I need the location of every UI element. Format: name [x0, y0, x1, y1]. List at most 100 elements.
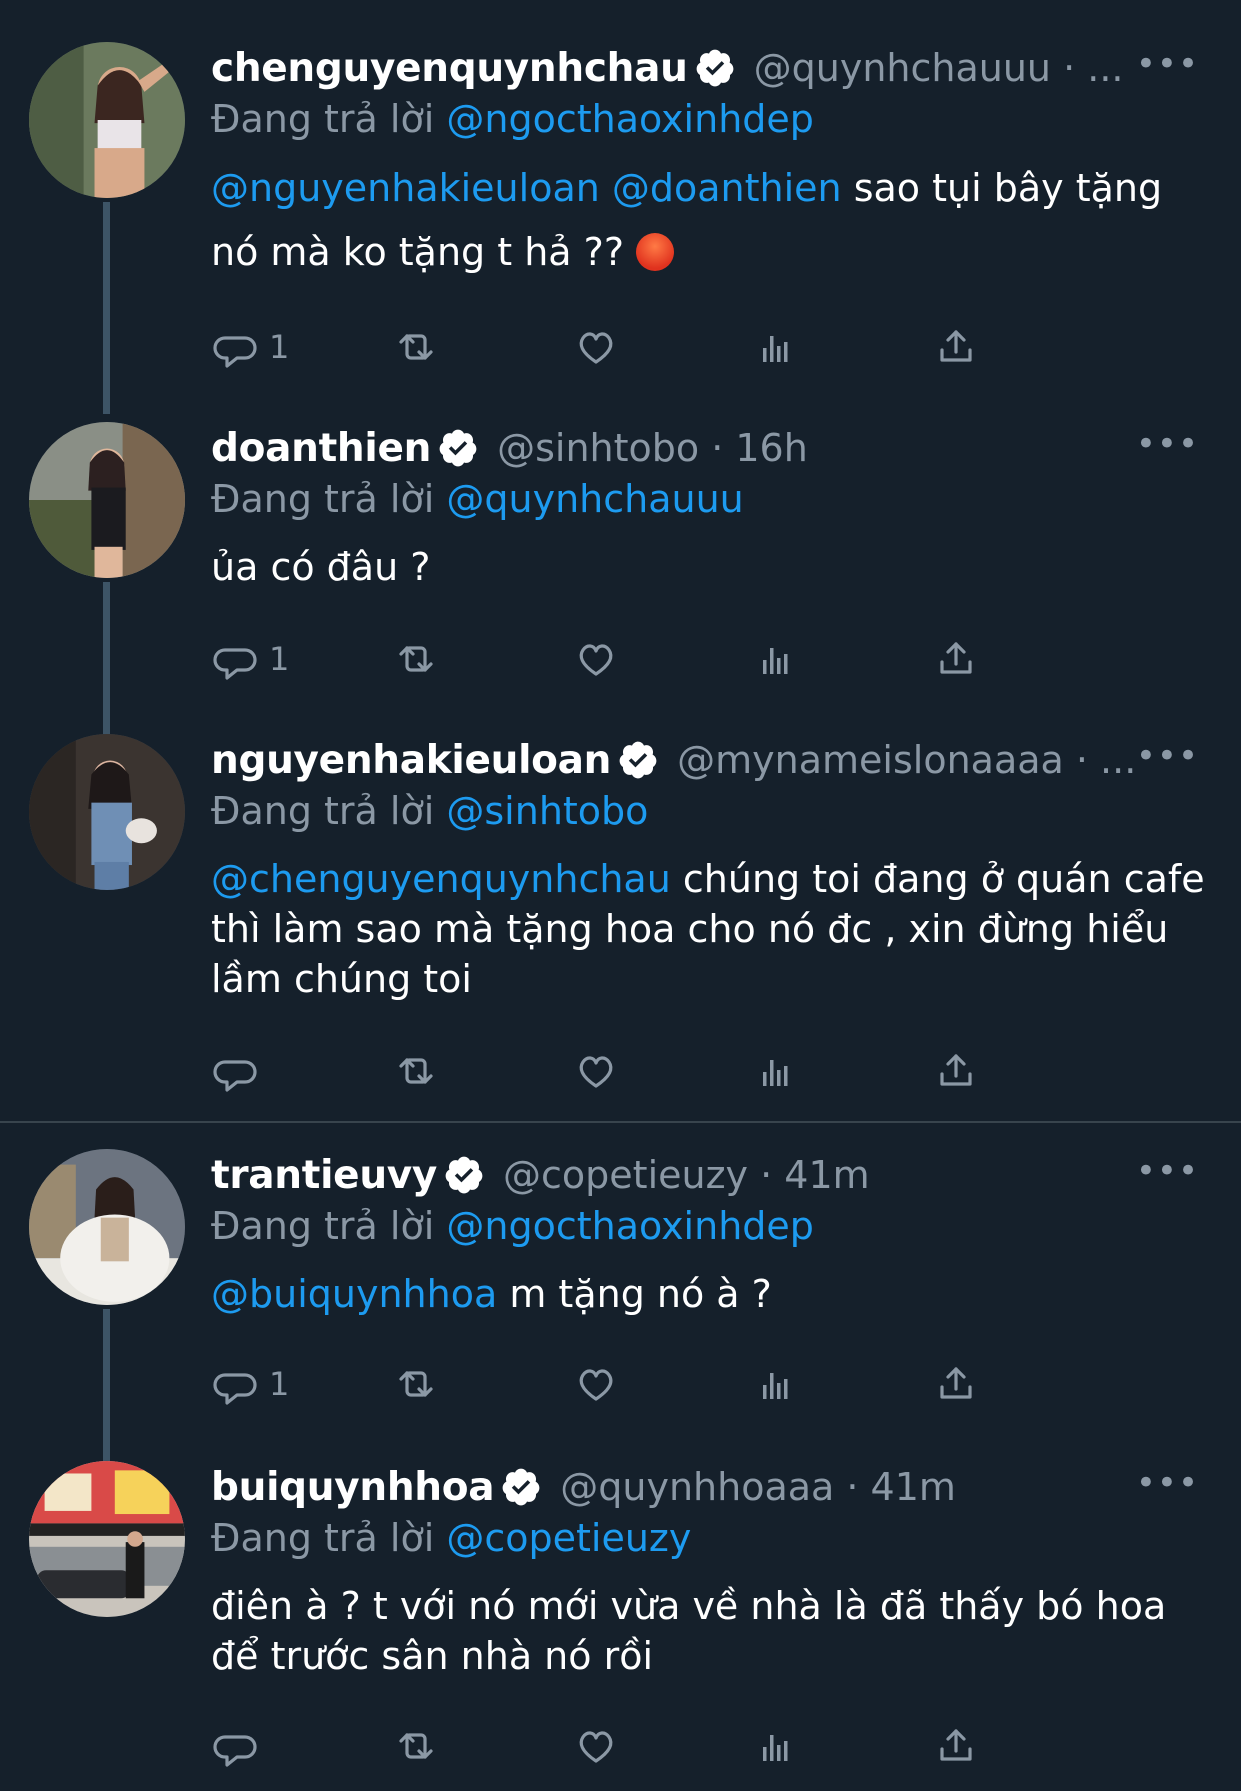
- avatar[interactable]: [29, 1461, 185, 1617]
- action-bar: 1: [211, 1359, 1131, 1409]
- handle-and-time: @copetieuzy · 41m: [503, 1153, 870, 1197]
- avatar[interactable]: [29, 734, 185, 890]
- tweet-text-part: m tặng nó à ?: [497, 1272, 772, 1316]
- tweet-text-part: nó mà ko tặng t hả ??: [211, 230, 637, 274]
- avatar[interactable]: [29, 42, 185, 198]
- views-button[interactable]: [751, 1721, 801, 1771]
- tweet-mentions[interactable]: @chenguyenquynhchau: [211, 857, 671, 901]
- retweet-button[interactable]: [391, 1359, 441, 1409]
- replying-label: Đang trả lời: [211, 789, 435, 833]
- thread-line: [103, 1309, 110, 1461]
- tweet-text: điên à ? t với nó mới vừa về nhà là đã t…: [211, 1581, 1211, 1681]
- reply-button[interactable]: 1: [211, 1359, 289, 1409]
- views-button[interactable]: [751, 1359, 801, 1409]
- like-button[interactable]: [571, 1046, 621, 1096]
- more-horizontal-icon[interactable]: •••: [1136, 424, 1199, 464]
- verified-badge-icon: [445, 1156, 483, 1194]
- retweet-icon: [399, 646, 433, 672]
- share-icon: [940, 1054, 972, 1086]
- angry-face-emoji-icon: [636, 233, 675, 271]
- tweet-text: @buiquynhhoa m tặng nó à ?: [211, 1269, 1211, 1319]
- tweet-text-part: sao tụi bây tặng: [841, 166, 1163, 210]
- tweet-mentions[interactable]: @nguyenhakieuloan @doanthien: [211, 166, 842, 210]
- replying-to-mention[interactable]: @ngocthaoxinhdep: [446, 1204, 814, 1248]
- like-button[interactable]: [571, 634, 621, 684]
- retweet-button[interactable]: [391, 322, 441, 372]
- reply-icon: [213, 1060, 257, 1092]
- tweet-mentions[interactable]: @buiquynhhoa: [211, 1272, 497, 1316]
- action-bar: 1: [211, 634, 1131, 684]
- share-icon: [940, 1729, 972, 1761]
- reply-icon: [213, 1735, 257, 1767]
- like-heart-icon: [579, 1731, 613, 1763]
- reply-button[interactable]: [211, 1721, 269, 1771]
- reply-count: 1: [269, 328, 290, 366]
- verified-badge-icon: [696, 49, 733, 87]
- views-chart-icon: [763, 648, 788, 674]
- replying-to-mention[interactable]: @ngocthaoxinhdep: [446, 97, 814, 141]
- avatar[interactable]: [29, 422, 185, 578]
- replying-to-mention[interactable]: @sinhtobo: [446, 789, 648, 833]
- handle-and-time: @quynhhoaaa · 41m: [560, 1465, 956, 1509]
- display-name[interactable]: nguyenhakieuloan: [211, 738, 611, 783]
- replying-to: Đang trả lời @ngocthaoxinhdep: [211, 94, 1211, 144]
- reply-button[interactable]: 1: [211, 322, 289, 372]
- share-button[interactable]: [931, 1359, 981, 1409]
- share-icon: [940, 642, 972, 674]
- verified-badge-icon: [502, 1468, 540, 1506]
- views-button[interactable]: [751, 1046, 801, 1096]
- action-bar: 1: [211, 322, 1131, 372]
- tweet-text-part: điên à ? t với nó mới vừa về nhà là đã t…: [211, 1584, 1167, 1678]
- more-horizontal-icon[interactable]: •••: [1136, 1151, 1199, 1191]
- share-button[interactable]: [931, 1046, 981, 1096]
- reply-icon: [213, 1373, 257, 1405]
- views-chart-icon: [763, 336, 788, 362]
- like-button[interactable]: [571, 1359, 621, 1409]
- share-button[interactable]: [931, 1721, 981, 1771]
- avatar[interactable]: [29, 1149, 185, 1305]
- like-heart-icon: [579, 1369, 613, 1401]
- verified-badge-icon: [439, 429, 477, 467]
- action-bar: [211, 1046, 1131, 1096]
- handle-and-time: @quynhchauuu · ...: [753, 46, 1124, 90]
- views-button[interactable]: [751, 322, 801, 372]
- tweet-text-part: ủa có đâu ?: [211, 545, 431, 589]
- display-name[interactable]: buiquynhhoa: [211, 1465, 495, 1510]
- tweet-text: @nguyenhakieuloan @doanthien sao tụi bây…: [211, 156, 1211, 284]
- retweet-button[interactable]: [391, 1046, 441, 1096]
- thread-line: [103, 582, 110, 734]
- retweet-button[interactable]: [391, 1721, 441, 1771]
- display-name[interactable]: trantieuvy: [211, 1153, 437, 1198]
- reply-button[interactable]: [211, 1046, 269, 1096]
- share-icon: [940, 1367, 972, 1399]
- like-button[interactable]: [571, 322, 621, 372]
- share-button[interactable]: [931, 634, 981, 684]
- views-chart-icon: [763, 1735, 788, 1761]
- tweet-text: @chenguyenquynhchau chúng toi đang ở quá…: [211, 854, 1211, 1004]
- retweet-icon: [399, 334, 433, 360]
- like-heart-icon: [579, 332, 613, 364]
- replying-to: Đang trả lời @quynhchauuu: [211, 474, 1211, 524]
- like-button[interactable]: [571, 1721, 621, 1771]
- share-button[interactable]: [931, 322, 981, 372]
- retweet-icon: [399, 1371, 433, 1397]
- reply-button[interactable]: 1: [211, 634, 289, 684]
- replying-to-mention[interactable]: @quynhchauuu: [446, 477, 743, 521]
- more-horizontal-icon[interactable]: •••: [1136, 1463, 1199, 1503]
- display-name[interactable]: chenguyenquynhchau: [211, 46, 688, 91]
- retweet-icon: [399, 1733, 433, 1759]
- reply-icon: [213, 648, 257, 680]
- replying-label: Đang trả lời: [211, 477, 435, 521]
- more-horizontal-icon[interactable]: •••: [1136, 736, 1199, 776]
- views-button[interactable]: [751, 634, 801, 684]
- more-horizontal-icon[interactable]: •••: [1136, 44, 1199, 84]
- reply-feed: chenguyenquynhchau @quynhchauuu · ... ••…: [0, 0, 1241, 1791]
- like-heart-icon: [579, 644, 613, 676]
- reply-count: 1: [269, 1365, 290, 1403]
- retweet-button[interactable]: [391, 634, 441, 684]
- replying-label: Đang trả lời: [211, 1204, 435, 1248]
- display-name[interactable]: doanthien: [211, 426, 431, 471]
- replying-to-mention[interactable]: @copetieuzy: [446, 1516, 691, 1560]
- replying-label: Đang trả lời: [211, 97, 435, 141]
- handle-and-time: @mynameislonaaaa · ...: [677, 738, 1137, 782]
